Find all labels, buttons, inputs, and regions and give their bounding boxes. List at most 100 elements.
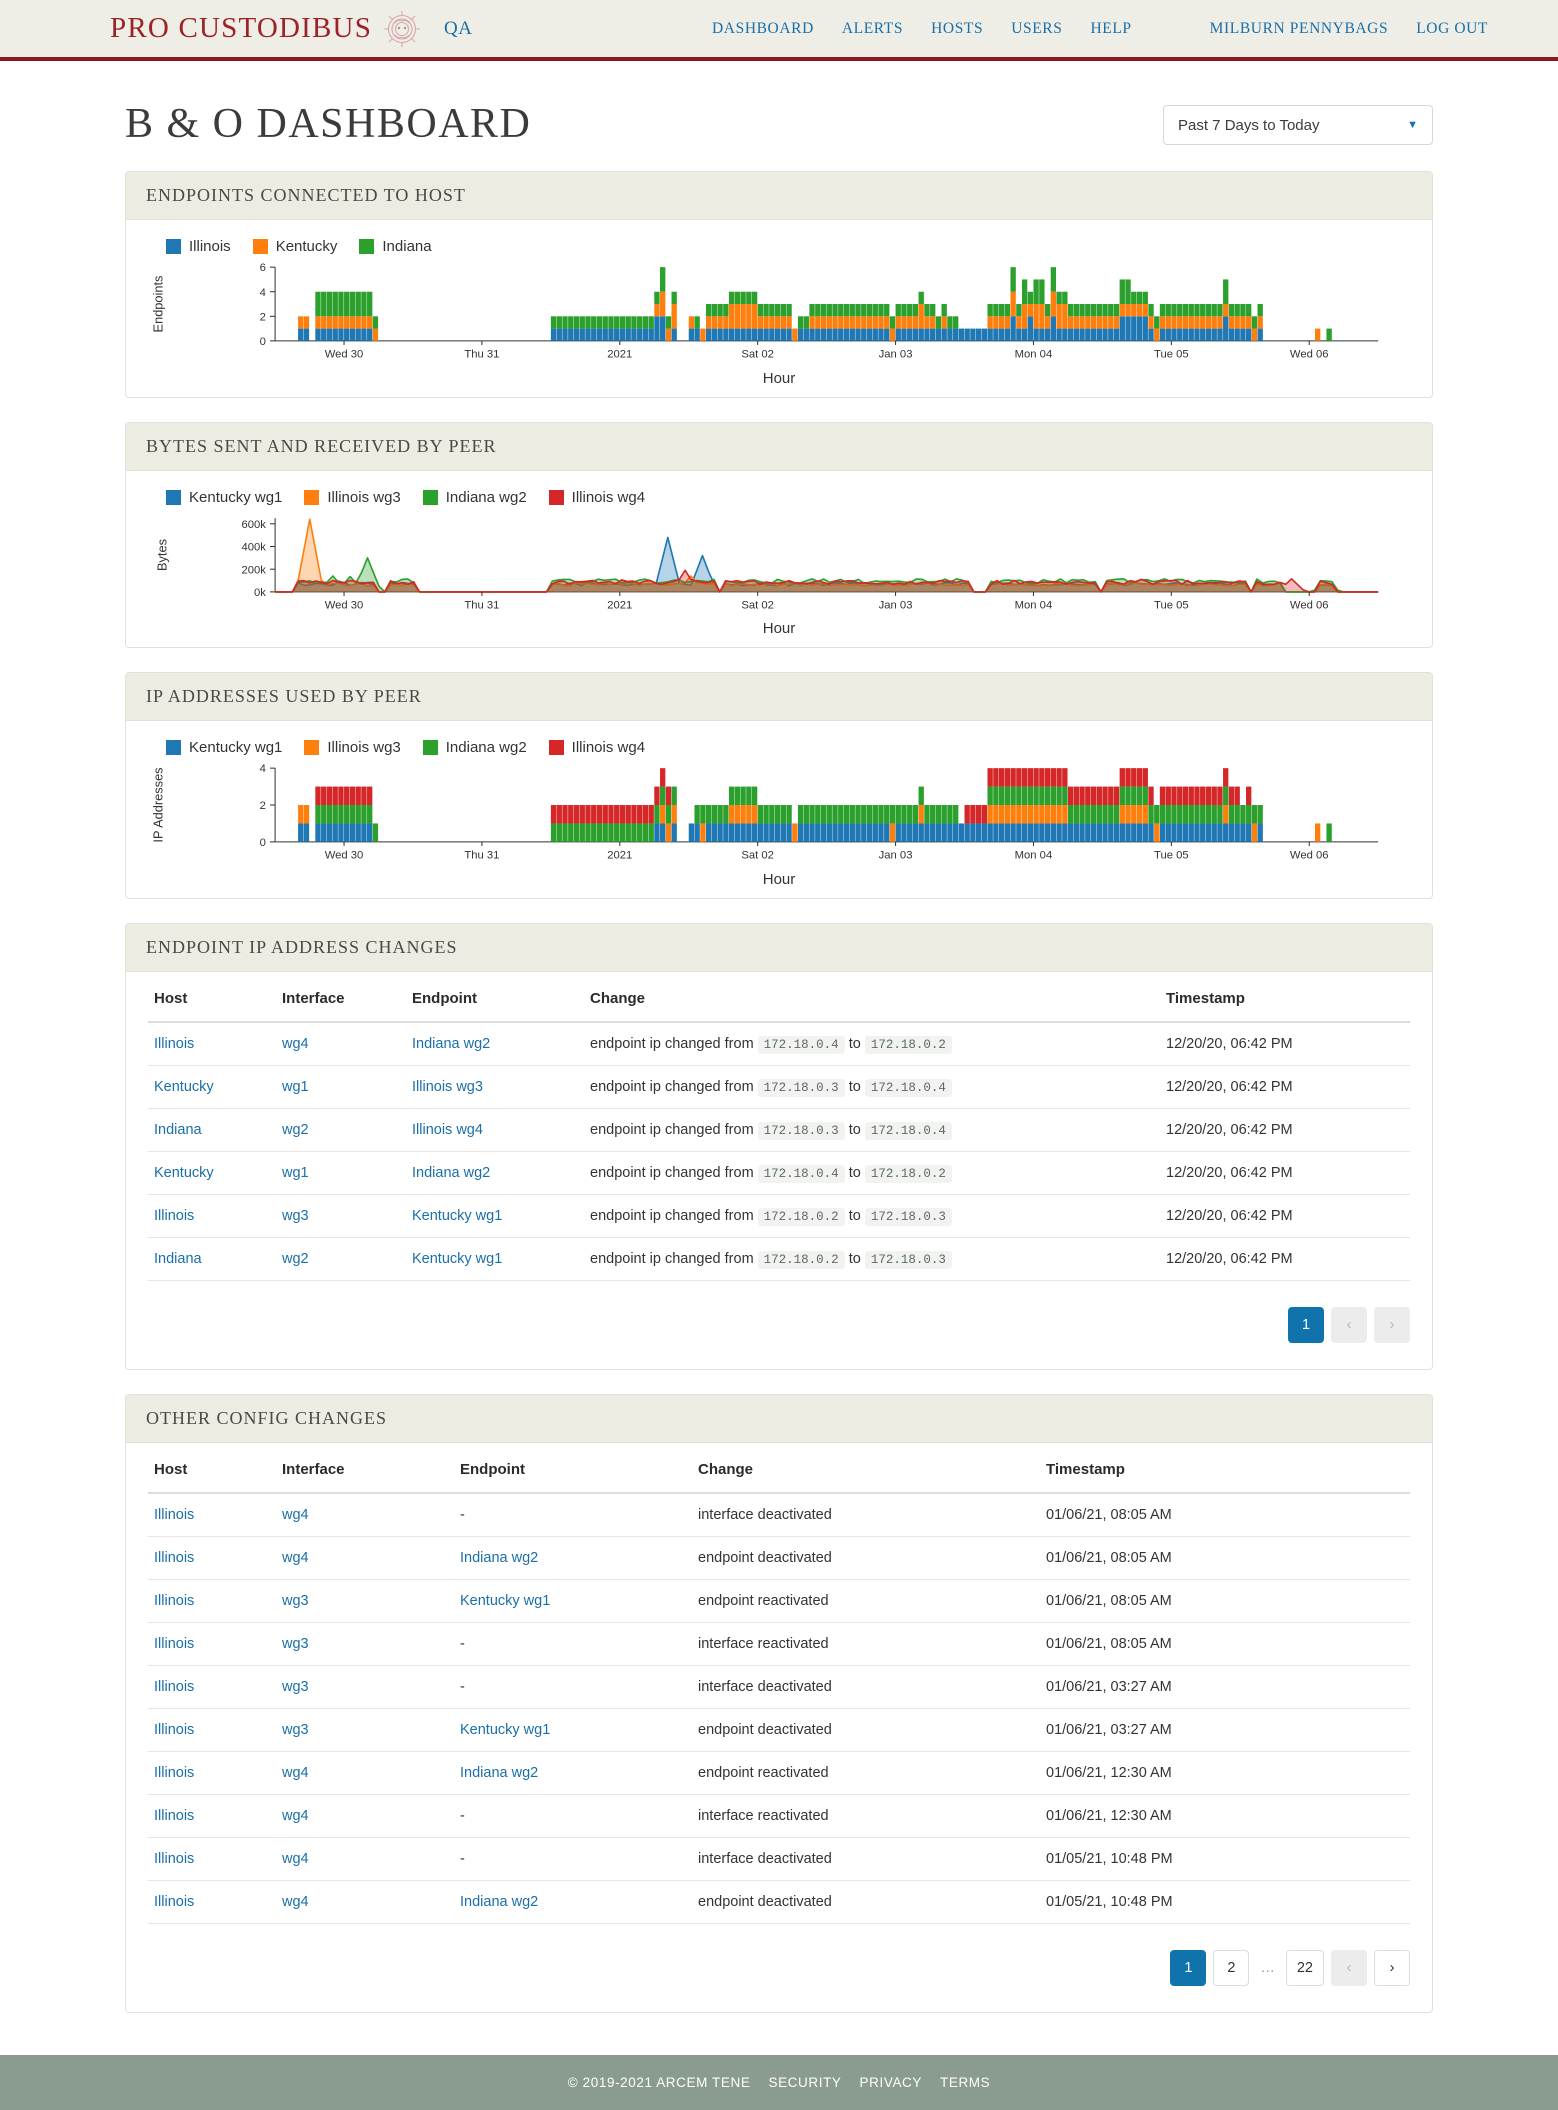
link[interactable]: Illinois: [154, 1808, 194, 1824]
link[interactable]: Indiana wg2: [412, 1165, 490, 1181]
link[interactable]: Illinois: [154, 1722, 194, 1738]
legend-item[interactable]: Illinois wg4: [549, 489, 645, 506]
link[interactable]: wg1: [282, 1165, 309, 1181]
link[interactable]: wg3: [282, 1636, 309, 1652]
link[interactable]: wg2: [282, 1122, 309, 1138]
nav-user-menu[interactable]: MILBURN PENNYBAGS: [1210, 20, 1389, 38]
link[interactable]: Illinois: [154, 1765, 194, 1781]
link[interactable]: Illinois: [154, 1894, 194, 1910]
link[interactable]: wg4: [282, 1507, 309, 1523]
link[interactable]: Illinois: [154, 1550, 194, 1566]
link[interactable]: Indiana wg2: [412, 1036, 490, 1052]
date-range-select[interactable]: Past 7 Days to Today ▼: [1163, 105, 1433, 145]
cell-link: wg4: [276, 1493, 454, 1537]
ip-to: 172.18.0.2: [865, 1165, 952, 1183]
svg-text:200k: 200k: [241, 564, 266, 576]
nav-item-dashboard[interactable]: DASHBOARD: [712, 20, 814, 38]
footer-link-security[interactable]: SECURITY: [768, 2075, 841, 2090]
link[interactable]: Illinois: [154, 1679, 194, 1695]
cell-link: wg3: [276, 1622, 454, 1665]
svg-text:4: 4: [260, 287, 266, 299]
pagination-page-2[interactable]: 2: [1213, 1950, 1249, 1986]
panel-ip-addresses: IP ADDRESSES USED BY PEER Kentucky wg1 I…: [125, 672, 1433, 899]
panel-body-endpoints: Illinois Kentucky Indiana 0246Wed 30Thu …: [126, 220, 1432, 397]
table-row: Illinoiswg3-interface reactivated01/06/2…: [148, 1622, 1410, 1665]
link[interactable]: wg4: [282, 1894, 309, 1910]
link[interactable]: Indiana wg2: [460, 1550, 538, 1566]
link[interactable]: Illinois wg4: [412, 1122, 483, 1138]
chevron-right-icon[interactable]: ›: [1374, 1950, 1410, 1986]
change-text: endpoint ip changed from: [590, 1251, 758, 1267]
cell-link: wg3: [276, 1665, 454, 1708]
link[interactable]: wg4: [282, 1036, 309, 1052]
link[interactable]: Illinois: [154, 1507, 194, 1523]
link[interactable]: Kentucky wg1: [460, 1593, 550, 1609]
legend-item[interactable]: Illinois wg4: [549, 739, 645, 756]
footer-link-privacy[interactable]: PRIVACY: [860, 2075, 922, 2090]
nav-item-hosts[interactable]: HOSTS: [931, 20, 983, 38]
link[interactable]: Indiana: [154, 1251, 202, 1267]
link[interactable]: Indiana wg2: [460, 1894, 538, 1910]
cell-link: Kentucky wg1: [454, 1579, 692, 1622]
legend-item[interactable]: Indiana wg2: [423, 489, 527, 506]
svg-text:2021: 2021: [607, 599, 632, 611]
link[interactable]: Indiana wg2: [460, 1765, 538, 1781]
link[interactable]: wg2: [282, 1251, 309, 1267]
link[interactable]: wg4: [282, 1851, 309, 1867]
pagination-page-1[interactable]: 1: [1170, 1950, 1206, 1986]
link[interactable]: wg3: [282, 1722, 309, 1738]
col-change: Change: [692, 1449, 1040, 1493]
link[interactable]: Kentucky: [154, 1165, 214, 1181]
footer-link-terms[interactable]: TERMS: [940, 2075, 990, 2090]
chart-ip-addresses[interactable]: 024Wed 30Thu 312021Sat 02Jan 03Mon 04Tue…: [144, 762, 1414, 875]
link[interactable]: wg3: [282, 1679, 309, 1695]
link[interactable]: wg4: [282, 1765, 309, 1781]
pagination-page-22[interactable]: 22: [1286, 1950, 1324, 1986]
link[interactable]: Kentucky wg1: [412, 1251, 502, 1267]
legend-item[interactable]: Kentucky wg1: [166, 739, 282, 756]
link[interactable]: Kentucky: [154, 1079, 214, 1095]
pagination-page-1[interactable]: 1: [1288, 1307, 1324, 1343]
panel-title-endpoints: ENDPOINTS CONNECTED TO HOST: [126, 172, 1432, 220]
svg-text:0k: 0k: [254, 587, 266, 599]
legend-item[interactable]: Kentucky wg1: [166, 489, 282, 506]
link[interactable]: wg3: [282, 1208, 309, 1224]
brand-name: PRO CUSTODIBUS: [110, 12, 372, 45]
link[interactable]: wg4: [282, 1550, 309, 1566]
legend-item[interactable]: Kentucky: [253, 238, 338, 255]
chart-endpoints-connected[interactable]: 0246Wed 30Thu 312021Sat 02Jan 03Mon 04Tu…: [144, 261, 1414, 374]
nav-item-users[interactable]: USERS: [1011, 20, 1062, 38]
link[interactable]: Kentucky wg1: [412, 1208, 502, 1224]
link[interactable]: Illinois: [154, 1593, 194, 1609]
link[interactable]: wg4: [282, 1808, 309, 1824]
link[interactable]: Kentucky wg1: [460, 1722, 550, 1738]
col-host: Host: [148, 978, 276, 1022]
svg-text:Thu 31: Thu 31: [464, 599, 499, 611]
table-header-row: Host Interface Endpoint Change Timestamp: [148, 978, 1410, 1022]
table-endpoint-ip-changes: Host Interface Endpoint Change Timestamp…: [148, 978, 1410, 1281]
brand-logo[interactable]: PRO CUSTODIBUS QA: [110, 9, 472, 49]
link[interactable]: wg3: [282, 1593, 309, 1609]
legend-item[interactable]: Illinois wg3: [304, 489, 400, 506]
legend-item[interactable]: Illinois wg3: [304, 739, 400, 756]
nav-logout[interactable]: LOG OUT: [1416, 20, 1488, 38]
legend-item[interactable]: Illinois: [166, 238, 231, 255]
chart-bytes[interactable]: 0k200k400k600kWed 30Thu 312021Sat 02Jan …: [144, 512, 1414, 625]
link[interactable]: Illinois: [154, 1636, 194, 1652]
link[interactable]: Illinois: [154, 1851, 194, 1867]
link[interactable]: wg1: [282, 1079, 309, 1095]
top-navigation-bar: PRO CUSTODIBUS QA DASHBOARD ALERTS HOSTS…: [0, 0, 1558, 61]
link[interactable]: Illinois wg3: [412, 1079, 483, 1095]
legend-item[interactable]: Indiana: [359, 238, 431, 255]
link[interactable]: Indiana: [154, 1122, 202, 1138]
link[interactable]: Illinois: [154, 1036, 194, 1052]
nav-item-alerts[interactable]: ALERTS: [842, 20, 903, 38]
table-head: Host Interface Endpoint Change Timestamp: [148, 978, 1410, 1022]
panel-bytes: BYTES SENT AND RECEIVED BY PEER Kentucky…: [125, 422, 1433, 649]
legend-item[interactable]: Indiana wg2: [423, 739, 527, 756]
link[interactable]: Illinois: [154, 1208, 194, 1224]
nav-item-help[interactable]: HELP: [1090, 20, 1131, 38]
main-nav: DASHBOARD ALERTS HOSTS USERS HELP MILBUR…: [712, 20, 1488, 38]
legend-swatch-icon: [304, 490, 319, 505]
table-row: Illinoiswg4Indiana wg2endpoint deactivat…: [148, 1536, 1410, 1579]
